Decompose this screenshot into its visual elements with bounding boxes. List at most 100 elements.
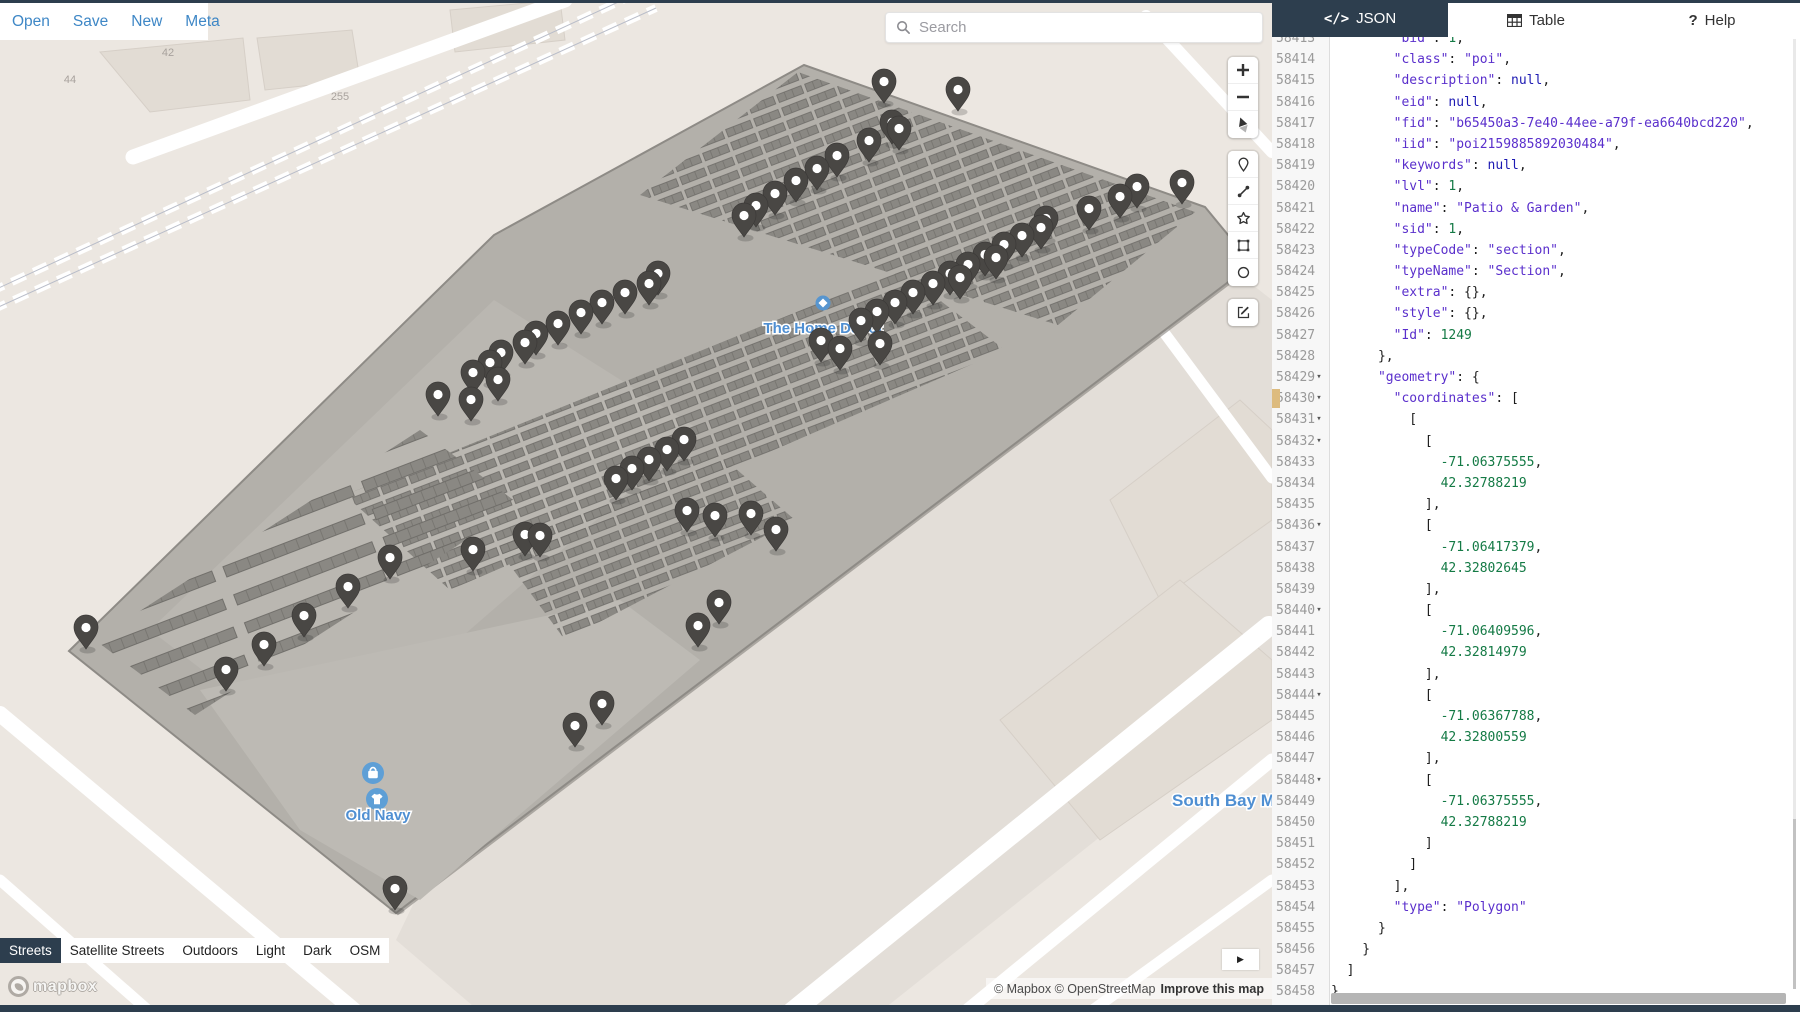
bag-icon — [362, 762, 384, 784]
zoom-out-button[interactable] — [1228, 84, 1258, 111]
fold-arrow-icon[interactable]: ▾ — [1312, 431, 1326, 452]
editor-line[interactable]: 58423 "typeCode": "section", — [1272, 240, 1800, 261]
attribution: © Mapbox © OpenStreetMap Improve this ma… — [985, 978, 1272, 999]
editor-line[interactable]: 58446 42.32800559 — [1272, 727, 1800, 748]
editor-line[interactable]: 58447 ], — [1272, 748, 1800, 769]
editor-line[interactable]: 58429▾ "geometry": { — [1272, 367, 1800, 388]
editor-line[interactable]: 58421 "name": "Patio & Garden", — [1272, 198, 1800, 219]
fold-arrow-icon[interactable]: ▾ — [1312, 515, 1326, 536]
style-option-satellite-streets[interactable]: Satellite Streets — [61, 938, 174, 963]
tab-table[interactable]: Table — [1448, 0, 1624, 37]
editor-line[interactable]: 58438 42.32802645 — [1272, 558, 1800, 579]
house-number: 44 — [64, 74, 76, 86]
draw-circle-button[interactable] — [1228, 259, 1258, 286]
menu-item-open[interactable]: Open — [12, 13, 50, 31]
draw-rectangle-button[interactable] — [1228, 232, 1258, 259]
editor-line[interactable]: 58430▾ "coordinates": [ — [1272, 388, 1800, 409]
editor-line[interactable]: 58457 ] — [1272, 960, 1800, 981]
search-input[interactable] — [919, 19, 1252, 36]
tab-help[interactable]: ? Help — [1624, 0, 1800, 37]
editor-line[interactable]: 58435 ], — [1272, 494, 1800, 515]
tab-json-label: JSON — [1356, 10, 1397, 27]
draw-polygon-button[interactable] — [1228, 205, 1258, 232]
map-canvas[interactable]: 4442255 The Home DepotOld NavySouth Bay … — [0, 3, 1272, 1005]
style-option-osm[interactable]: OSM — [341, 938, 390, 963]
editor-line[interactable]: 58436▾ [ — [1272, 515, 1800, 536]
editor-line[interactable]: 58454 "type": "Polygon" — [1272, 897, 1800, 918]
fold-arrow-icon[interactable]: ▾ — [1312, 409, 1326, 430]
circle-tool-icon — [1237, 266, 1249, 279]
menu-item-save[interactable]: Save — [73, 13, 108, 31]
zoom-in-button[interactable] — [1228, 57, 1258, 84]
editor-line[interactable]: 58428 }, — [1272, 346, 1800, 367]
editor-line[interactable]: 58444▾ [ — [1272, 685, 1800, 706]
editor-line[interactable]: 58414 "class": "poi", — [1272, 49, 1800, 70]
editor-line[interactable]: 58415 "description": null, — [1272, 70, 1800, 91]
style-option-streets[interactable]: Streets — [0, 938, 61, 963]
menu-item-meta[interactable]: Meta — [185, 13, 219, 31]
improve-map-link[interactable]: Improve this map — [1161, 982, 1265, 996]
editor-line[interactable]: 58437 -71.06417379, — [1272, 537, 1800, 558]
editor-line[interactable]: 58440▾ [ — [1272, 600, 1800, 621]
style-option-light[interactable]: Light — [247, 938, 294, 963]
editor-line[interactable]: 58441 -71.06409596, — [1272, 621, 1800, 642]
editor-line[interactable]: 58449 -71.06375555, — [1272, 791, 1800, 812]
editor-line[interactable]: 58420 "lvl": 1, — [1272, 176, 1800, 197]
bottom-strip — [0, 1005, 1800, 1012]
editor-line[interactable]: 58439 ], — [1272, 579, 1800, 600]
marker-tool-icon — [1237, 157, 1249, 172]
house-number: 42 — [162, 47, 174, 59]
editor-line[interactable]: 58431▾ [ — [1272, 409, 1800, 430]
editor-line[interactable]: 58422 "sid": 1, — [1272, 219, 1800, 240]
editor-line[interactable]: 58413 "bid": 1, — [1272, 37, 1800, 49]
editor-line[interactable]: 58432▾ [ — [1272, 431, 1800, 452]
editor-line[interactable]: 58426 "style": {}, — [1272, 303, 1800, 324]
map-rendering: 4442255 The Home DepotOld NavySouth Bay … — [0, 3, 1272, 1005]
code-icon: </> — [1323, 10, 1350, 27]
style-option-outdoors[interactable]: Outdoors — [173, 938, 247, 963]
editor-line[interactable]: 58418 "iid": "poi2159885892030484", — [1272, 134, 1800, 155]
editor-line[interactable]: 58416 "eid": null, — [1272, 92, 1800, 113]
style-option-dark[interactable]: Dark — [294, 938, 341, 963]
fold-arrow-icon[interactable]: ▾ — [1312, 685, 1326, 706]
search-box[interactable] — [885, 12, 1263, 43]
editor-line[interactable]: 58424 "typeName": "Section", — [1272, 261, 1800, 282]
editor-vertical-scrollbar[interactable] — [1793, 39, 1796, 989]
editor-horizontal-scrollbar[interactable] — [1331, 993, 1786, 1004]
compass-button[interactable] — [1228, 111, 1258, 138]
editor-line[interactable]: 58451 ] — [1272, 833, 1800, 854]
question-icon: ? — [1688, 11, 1698, 29]
editor-line[interactable]: 58433 -71.06375555, — [1272, 452, 1800, 473]
editor-line[interactable]: 58452 ] — [1272, 854, 1800, 875]
editor-line[interactable]: 58456 } — [1272, 939, 1800, 960]
editor-line[interactable]: 58442 42.32814979 — [1272, 642, 1800, 663]
editor-line[interactable]: 58434 42.32788219 — [1272, 473, 1800, 494]
editor-line[interactable]: 58445 -71.06367788, — [1272, 706, 1800, 727]
editor-line[interactable]: 58417 "fid": "b65450a3-7e40-44ee-a79f-ea… — [1272, 113, 1800, 134]
chevron-right-icon: ▶ — [1237, 954, 1244, 964]
editor-line[interactable]: 58443 ], — [1272, 664, 1800, 685]
house-number: 255 — [331, 91, 349, 103]
editor-line[interactable]: 58448▾ [ — [1272, 770, 1800, 791]
fold-arrow-icon[interactable]: ▾ — [1312, 600, 1326, 621]
star-tool-icon — [1236, 211, 1250, 224]
fold-arrow-icon[interactable]: ▾ — [1312, 770, 1326, 791]
draw-point-button[interactable] — [1228, 151, 1258, 178]
edit-feature-button[interactable] — [1228, 299, 1258, 326]
json-editor[interactable]: 58413 "bid": 1, 58414 "class": "poi", 5841… — [1272, 37, 1800, 1005]
mapbox-logo[interactable]: mapbox — [8, 976, 97, 997]
editor-line[interactable]: 58453 ], — [1272, 876, 1800, 897]
panel-toggle-button[interactable]: ▶ — [1222, 949, 1259, 970]
top-strip — [0, 0, 1800, 3]
menu-item-new[interactable]: New — [131, 13, 162, 31]
editor-line[interactable]: 58427 "Id": 1249 — [1272, 325, 1800, 346]
fold-arrow-icon[interactable]: ▾ — [1312, 367, 1326, 388]
editor-line[interactable]: 58425 "extra": {}, — [1272, 282, 1800, 303]
draw-line-button[interactable] — [1228, 178, 1258, 205]
tab-json[interactable]: </> JSON — [1272, 0, 1448, 37]
fold-arrow-icon[interactable]: ▾ — [1312, 388, 1326, 409]
line-tool-icon — [1237, 185, 1249, 197]
editor-line[interactable]: 58450 42.32788219 — [1272, 812, 1800, 833]
editor-line[interactable]: 58455 } — [1272, 918, 1800, 939]
editor-line[interactable]: 58419 "keywords": null, — [1272, 155, 1800, 176]
